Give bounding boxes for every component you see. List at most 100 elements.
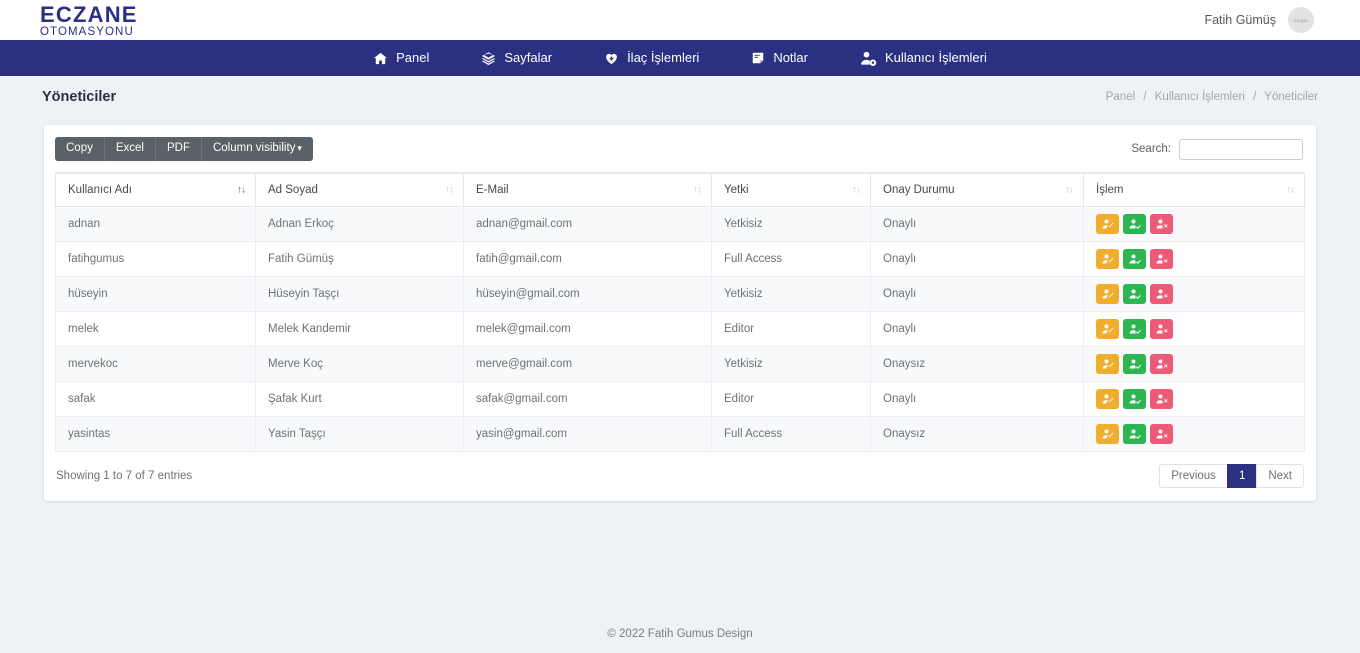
breadcrumb-item-1[interactable]: Panel xyxy=(1106,91,1135,103)
user-delete-button[interactable] xyxy=(1150,319,1173,339)
user-check-button[interactable] xyxy=(1123,319,1146,339)
user-menu[interactable]: Fatih Gümüş image xyxy=(1204,7,1338,33)
chevron-down-icon: ▾ xyxy=(297,143,302,154)
user-name: Fatih Gümüş xyxy=(1204,13,1276,27)
cell-username: melek xyxy=(55,311,256,347)
nav-label-kullanici-islemleri: Kullanıcı İşlemleri xyxy=(885,50,987,65)
cell-fullname: Yasin Taşçı xyxy=(255,416,464,452)
cell-email: adnan@gmail.com xyxy=(463,206,712,242)
nav-item-notlar[interactable]: Notlar xyxy=(725,40,834,76)
user-check-icon xyxy=(1129,358,1141,370)
cell-fullname: Fatih Gümüş xyxy=(255,241,464,277)
avatar-placeholder-text: image xyxy=(1294,17,1308,23)
column-header-role[interactable]: Yetki ↑↓ xyxy=(711,172,871,207)
copy-button[interactable]: Copy xyxy=(55,137,105,161)
user-edit-icon xyxy=(1102,253,1114,265)
table-row: yasintas Yasin Taşçı yasin@gmail.com Full A… xyxy=(55,416,1305,452)
table-toolbar: Copy Excel PDF Column visibility ▾ Search… xyxy=(55,136,1305,162)
pagination-page-1[interactable]: 1 xyxy=(1226,464,1258,488)
user-edit-button[interactable] xyxy=(1096,249,1119,269)
user-delete-button[interactable] xyxy=(1150,284,1173,304)
nav-item-sayfalar[interactable]: Sayfalar xyxy=(455,40,578,76)
cell-fullname: Adnan Erkoç xyxy=(255,206,464,242)
user-edit-icon xyxy=(1102,428,1114,440)
user-check-button[interactable] xyxy=(1123,354,1146,374)
heart-icon xyxy=(604,51,619,66)
user-edit-button[interactable] xyxy=(1096,354,1119,374)
cell-fullname: Şafak Kurt xyxy=(255,381,464,417)
search-label: Search: xyxy=(1131,143,1171,155)
nav-item-kullanici-islemleri[interactable]: Kullanıcı İşlemleri xyxy=(834,40,1013,76)
nav-item-panel[interactable]: Panel xyxy=(347,40,455,76)
user-check-icon xyxy=(1129,253,1141,265)
table-row: safak Şafak Kurt safak@gmail.com Editor Onay… xyxy=(55,381,1305,417)
user-delete-icon xyxy=(1156,428,1168,440)
cell-status: Onaylı xyxy=(870,241,1084,277)
user-delete-button[interactable] xyxy=(1150,249,1173,269)
user-edit-button[interactable] xyxy=(1096,284,1119,304)
pagination-previous[interactable]: Previous xyxy=(1159,464,1228,488)
sort-icon: ↑↓ xyxy=(445,184,454,196)
search-input[interactable] xyxy=(1179,138,1303,160)
cell-username: safak xyxy=(55,381,256,417)
user-delete-icon xyxy=(1156,288,1168,300)
column-header-actions[interactable]: İşlem ↑↓ xyxy=(1083,172,1305,207)
user-check-icon xyxy=(1129,393,1141,405)
user-edit-button[interactable] xyxy=(1096,424,1119,444)
user-check-button[interactable] xyxy=(1123,214,1146,234)
cell-email: merve@gmail.com xyxy=(463,346,712,382)
cell-actions xyxy=(1083,241,1305,277)
cell-username: yasintas xyxy=(55,416,256,452)
column-header-email[interactable]: E-Mail ↑↓ xyxy=(463,172,712,207)
column-header-username[interactable]: Kullanıcı Adı ↑↓ xyxy=(55,172,256,207)
nav-item-ilac-islemleri[interactable]: İlaç İşlemleri xyxy=(578,40,725,76)
cell-role: Yetkisiz xyxy=(711,346,871,382)
user-delete-button[interactable] xyxy=(1150,424,1173,444)
cell-actions xyxy=(1083,346,1305,382)
sort-icon: ↑↓ xyxy=(1065,184,1074,196)
pagination-next[interactable]: Next xyxy=(1256,464,1304,488)
top-bar: ECZANE OTOMASYONU Fatih Gümüş image xyxy=(0,0,1360,40)
column-label-email: E-Mail xyxy=(476,184,509,196)
cell-status: Onaysız xyxy=(870,416,1084,452)
cell-username: fatihgumus xyxy=(55,241,256,277)
breadcrumb-item-2[interactable]: Kullanıcı İşlemleri xyxy=(1155,91,1245,103)
cell-role: Yetkisiz xyxy=(711,276,871,312)
user-edit-icon xyxy=(1102,323,1114,335)
sort-icon: ↑↓ xyxy=(852,184,861,196)
user-edit-button[interactable] xyxy=(1096,389,1119,409)
user-delete-icon xyxy=(1156,323,1168,335)
user-check-button[interactable] xyxy=(1123,389,1146,409)
column-label-username: Kullanıcı Adı xyxy=(68,184,132,196)
column-header-status[interactable]: Onay Durumu ↑↓ xyxy=(870,172,1084,207)
user-delete-icon xyxy=(1156,393,1168,405)
user-check-button[interactable] xyxy=(1123,249,1146,269)
cell-username: hüseyin xyxy=(55,276,256,312)
user-delete-button[interactable] xyxy=(1150,214,1173,234)
avatar[interactable]: image xyxy=(1288,7,1314,33)
column-header-fullname[interactable]: Ad Soyad ↑↓ xyxy=(255,172,464,207)
user-gear-icon xyxy=(860,50,877,67)
breadcrumb-separator-1: / xyxy=(1143,91,1147,103)
breadcrumb-separator-2: / xyxy=(1253,91,1257,103)
user-edit-icon xyxy=(1102,358,1114,370)
user-check-button[interactable] xyxy=(1123,284,1146,304)
user-edit-button[interactable] xyxy=(1096,319,1119,339)
entries-info: Showing 1 to 7 of 7 entries xyxy=(56,470,193,482)
table-row: adnan Adnan Erkoç adnan@gmail.com Yetkisiz O… xyxy=(55,206,1305,242)
excel-button[interactable]: Excel xyxy=(104,137,156,161)
user-delete-button[interactable] xyxy=(1150,354,1173,374)
user-delete-icon xyxy=(1156,253,1168,265)
nav-label-ilac-islemleri: İlaç İşlemleri xyxy=(627,50,700,65)
user-edit-button[interactable] xyxy=(1096,214,1119,234)
user-delete-icon xyxy=(1156,358,1168,370)
table-body: adnan Adnan Erkoç adnan@gmail.com Yetkisiz O… xyxy=(55,206,1305,452)
pdf-button[interactable]: PDF xyxy=(155,137,202,161)
table-header-row: Kullanıcı Adı ↑↓ Ad Soyad ↑↓ E-Mail ↑↓ Y… xyxy=(55,172,1305,207)
user-delete-button[interactable] xyxy=(1150,389,1173,409)
admins-table: Kullanıcı Adı ↑↓ Ad Soyad ↑↓ E-Mail ↑↓ Y… xyxy=(55,172,1305,452)
brand-logo[interactable]: ECZANE OTOMASYONU xyxy=(40,2,138,39)
cell-role: Editor xyxy=(711,311,871,347)
user-check-button[interactable] xyxy=(1123,424,1146,444)
column-visibility-button[interactable]: Column visibility ▾ xyxy=(201,137,313,161)
